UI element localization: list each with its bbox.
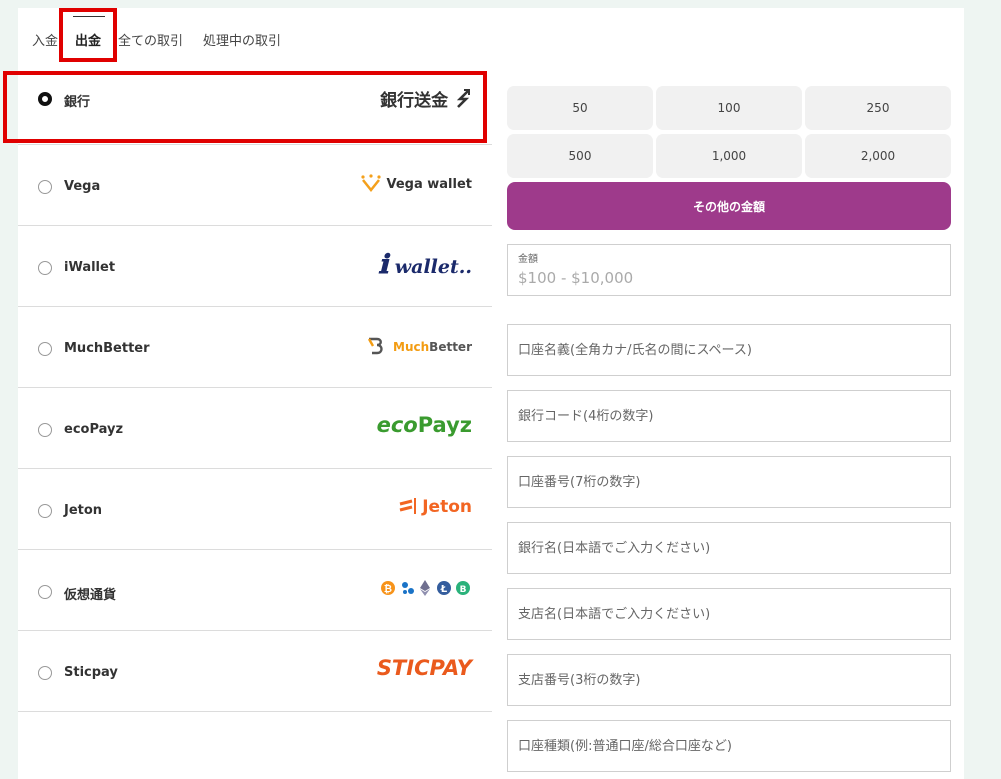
vega-wallet-logo-text: Vega wallet [386, 177, 473, 192]
method-label: Jeton [64, 503, 103, 518]
crypto-coins-icon: ₿ Ł B [381, 580, 470, 596]
tab-all-transactions[interactable]: 全ての取引 [118, 30, 183, 49]
tab-pending-transactions[interactable]: 処理中の取引 [203, 30, 281, 49]
crypto-logos: ₿ Ł B [380, 579, 472, 601]
transaction-tabs: 入金 出金 全ての取引 処理中の取引 [18, 8, 418, 68]
method-muchbetter[interactable]: MuchBetter MuchBetter [18, 306, 492, 388]
tab-deposit[interactable]: 入金 [32, 30, 58, 49]
account-type-field [507, 720, 951, 772]
method-sticpay[interactable]: Sticpay STICPAY [18, 630, 492, 712]
bank-name-input[interactable] [508, 523, 950, 573]
jeton-logo: Jeton [398, 497, 472, 517]
account-type-input[interactable] [508, 721, 950, 771]
muchbetter-logo-much: Much [393, 340, 430, 354]
bank-transfer-logo: 銀行送金 [380, 86, 472, 111]
branch-number-field [507, 654, 951, 706]
vega-v-icon [361, 174, 381, 193]
amount-field: 金額 [507, 244, 951, 296]
tab-withdrawal[interactable]: 出金 [75, 30, 101, 49]
method-ecopayz[interactable]: ecoPayz ecoPayz [18, 387, 492, 469]
active-tab-indicator [73, 16, 105, 17]
other-amount-button[interactable]: その他の金額 [507, 182, 951, 230]
method-iwallet[interactable]: iWallet ℹ wallet.. [18, 225, 492, 307]
account-holder-field [507, 324, 951, 376]
ecopayz-logo-eco: eco [376, 413, 418, 437]
jeton-logo-text: Jeton [422, 497, 472, 517]
method-label: iWallet [64, 260, 116, 275]
radio-muchbetter[interactable] [38, 342, 52, 356]
radio-vega[interactable] [38, 180, 52, 194]
amount-input[interactable] [508, 245, 950, 295]
jeton-mark-icon [399, 498, 417, 514]
bank-code-field [507, 390, 951, 442]
amount-500-button[interactable]: 500 [507, 134, 653, 178]
vega-wallet-logo: Vega wallet [360, 174, 473, 193]
iwallet-logo: ℹ wallet.. [378, 250, 472, 280]
muchbetter-logo-better: Better [429, 340, 472, 354]
transfer-arrows-icon [456, 89, 470, 108]
radio-sticpay[interactable] [38, 666, 52, 680]
method-label: MuchBetter [64, 341, 150, 356]
iwallet-i-mark: ℹ [378, 250, 389, 280]
bank-code-input[interactable] [508, 391, 950, 441]
branch-name-field [507, 588, 951, 640]
method-crypto[interactable]: 仮想通貨 ₿ Ł B [18, 549, 492, 631]
radio-crypto[interactable] [38, 585, 52, 599]
amount-1000-button[interactable]: 1,000 [656, 134, 802, 178]
method-label: Vega [64, 179, 101, 194]
radio-bank[interactable] [38, 92, 52, 106]
branch-name-input[interactable] [508, 589, 950, 639]
method-label: 銀行 [64, 95, 91, 110]
radio-ecopayz[interactable] [38, 423, 52, 437]
method-jeton[interactable]: Jeton Jeton [18, 468, 492, 550]
branch-number-input[interactable] [508, 655, 950, 705]
iwallet-logo-text: wallet.. [394, 256, 472, 278]
method-vega[interactable]: Vega Vega wallet [18, 144, 492, 226]
account-holder-input[interactable] [508, 325, 950, 375]
account-number-input[interactable] [508, 457, 950, 507]
ecopayz-logo-payz: Payz [417, 413, 472, 437]
svg-text:₿: ₿ [384, 583, 392, 595]
bank-transfer-logo-text: 銀行送金 [380, 91, 449, 111]
account-number-field [507, 456, 951, 508]
amount-100-button[interactable]: 100 [656, 86, 802, 130]
radio-jeton[interactable] [38, 504, 52, 518]
svg-text:Ł: Ł [440, 584, 448, 595]
method-label: 仮想通貨 [64, 588, 117, 603]
withdrawal-panel: 入金 出金 全ての取引 処理中の取引 銀行 銀行送金 Vega Vega wal… [18, 8, 964, 779]
amount-50-button[interactable]: 50 [507, 86, 653, 130]
bank-name-field [507, 522, 951, 574]
method-label: ecoPayz [64, 422, 124, 437]
sticpay-logo: STICPAY [376, 656, 472, 680]
amount-250-button[interactable]: 250 [805, 86, 951, 130]
method-bank[interactable]: 銀行 銀行送金 [18, 63, 492, 145]
method-label: Sticpay [64, 665, 118, 680]
radio-iwallet[interactable] [38, 261, 52, 275]
svg-text:B: B [460, 585, 467, 595]
muchbetter-b-icon [367, 337, 383, 355]
amount-2000-button[interactable]: 2,000 [805, 134, 951, 178]
ecopayz-logo: ecoPayz [377, 413, 472, 437]
muchbetter-logo: MuchBetter [367, 337, 472, 355]
